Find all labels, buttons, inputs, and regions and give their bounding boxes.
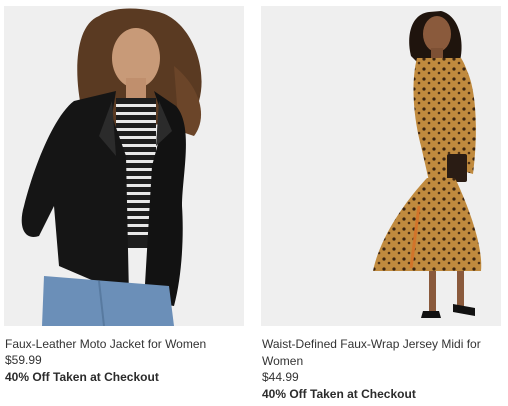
product-image[interactable] [261,6,501,326]
product-image[interactable] [4,6,244,326]
product-name-link[interactable]: Faux-Leather Moto Jacket for Women [5,336,241,353]
product-promo: 40% Off Taken at Checkout [5,370,159,384]
product-price: $59.99 [5,353,42,367]
product-grid: Faux-Leather Moto Jacket for Women $59.9… [0,0,508,406]
product-promo: 40% Off Taken at Checkout [262,387,416,401]
product-name-link[interactable]: Waist-Defined Faux-Wrap Jersey Midi for … [262,336,498,370]
product-price: $44.99 [262,370,299,384]
